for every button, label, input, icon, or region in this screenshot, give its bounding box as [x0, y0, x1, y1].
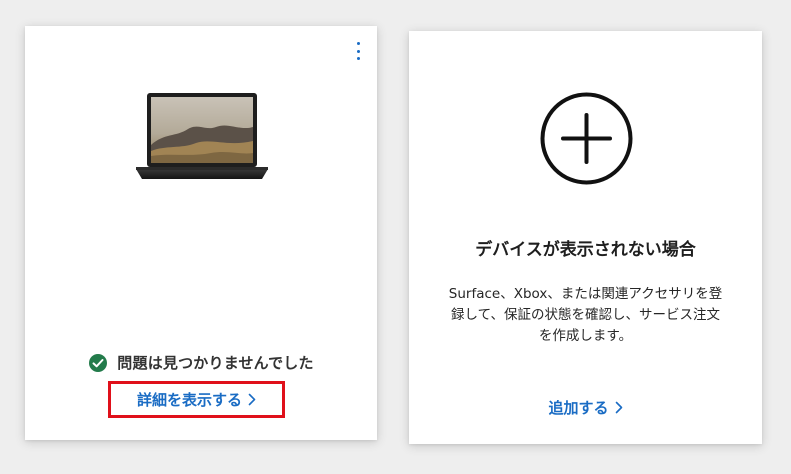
- add-device-link[interactable]: 追加する: [548, 397, 622, 418]
- description-line: を作成します。: [538, 328, 633, 344]
- description-line: 録して、保証の状態を確認し、サービス注文: [451, 307, 720, 323]
- view-details-link[interactable]: 詳細を表示する: [137, 389, 256, 410]
- chevron-right-icon: [248, 393, 256, 406]
- highlight-box: 詳細を表示する: [108, 381, 285, 418]
- add-card-description: Surface、Xbox、または関連アクセサリを登 録して、保証の状態を確認し、…: [431, 284, 740, 347]
- description-line: Surface、Xbox、または関連アクセサリを登: [448, 286, 723, 302]
- plus-circle-icon[interactable]: [539, 91, 634, 186]
- view-details-label: 詳細を表示する: [136, 391, 242, 409]
- check-circle-icon: [89, 353, 108, 372]
- add-device-card: デバイスが表示されない場合 Surface、Xbox、または関連アクセサリを登 …: [409, 31, 762, 444]
- status-text: 問題は見つかりませんでした: [117, 354, 314, 372]
- status-row: 問題は見つかりませんでした: [25, 352, 377, 373]
- add-card-title: デバイスが表示されない場合: [475, 240, 696, 260]
- chevron-right-icon: [615, 401, 622, 414]
- device-card: 問題は見つかりませんでした 詳細を表示する: [25, 26, 377, 440]
- more-options-icon[interactable]: [353, 40, 363, 62]
- laptop-image: [136, 93, 268, 179]
- add-device-label: 追加する: [548, 399, 609, 417]
